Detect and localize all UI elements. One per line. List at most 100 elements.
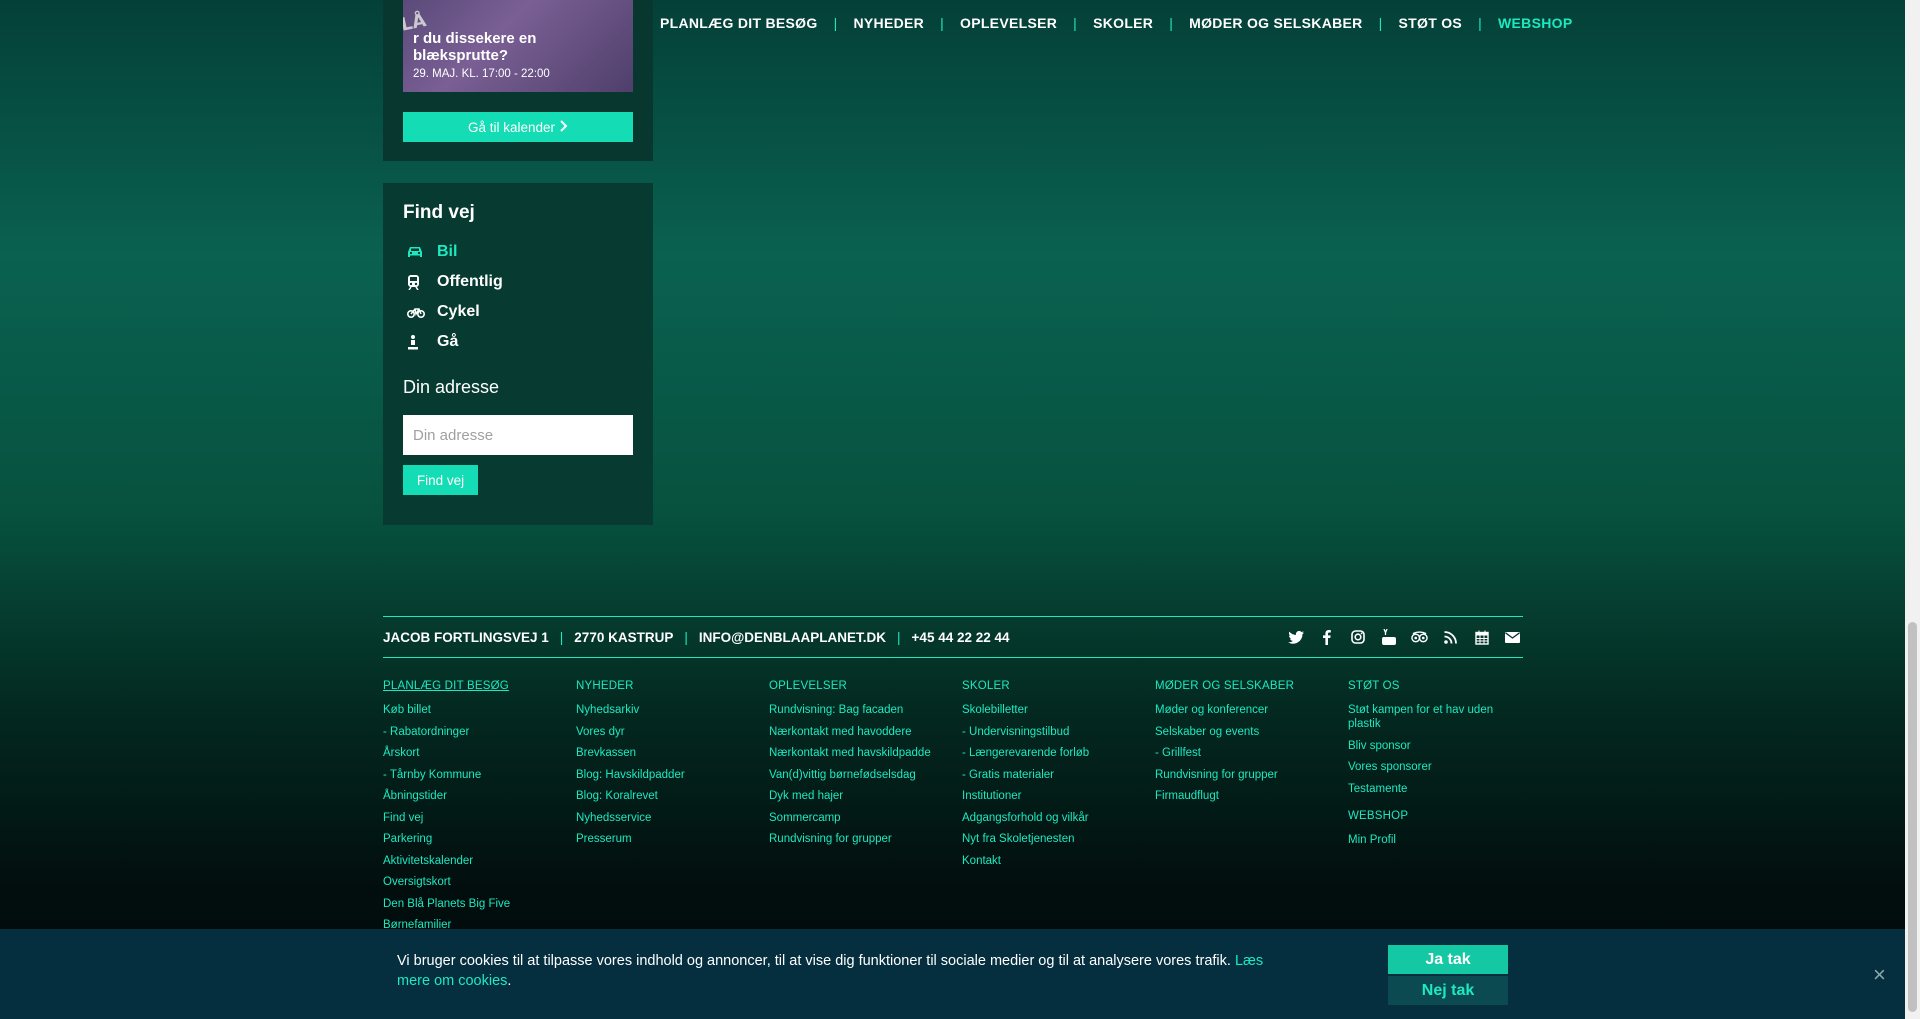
nav-item-moeder[interactable]: MØDER OG SELSKABER [1189,15,1362,31]
footer-link[interactable]: Rundvisning: Bag facaden [769,703,944,717]
footer-link[interactable]: Selskaber og events [1155,725,1330,739]
cookie-consent-bar: Vi bruger cookies til at tilpasse vores … [0,929,1905,1019]
footer-link[interactable]: Find vej [383,811,558,825]
nav-item-nyheder[interactable]: NYHEDER [854,15,925,31]
calendar-icon[interactable] [1473,629,1490,646]
footer-link[interactable]: Åbningstider [383,789,558,803]
transport-mode-gaa[interactable]: Gå [403,327,503,357]
footer-link[interactable]: Støt kampen for et hav uden plastik [1348,703,1523,731]
car-icon [403,246,437,258]
accept-cookies-button[interactable]: Ja tak [1388,945,1508,974]
contact-separator: | [684,629,688,645]
find-vej-heading: Find vej [403,202,475,223]
contact-separator: | [897,629,901,645]
nav-item-stoet-os[interactable]: STØT OS [1399,15,1463,31]
footer-link[interactable]: Blog: Koralrevet [576,789,751,803]
footer-column-nyheder: NYHEDER Nyhedsarkiv Vores dyr Brevkassen… [576,680,769,940]
nav-item-skoler[interactable]: SKOLER [1093,15,1153,31]
social-links [1287,629,1523,646]
contact-info: JACOB FORTLINGSVEJ 1 | 2770 KASTRUP | IN… [383,630,1010,645]
footer-link[interactable]: Vores sponsorer [1348,760,1523,774]
footer-link[interactable]: Nyhedsarkiv [576,703,751,717]
event-banner[interactable]: BLÅ r du dissekere en blæksprutte? 29. M… [403,0,633,92]
page-scrollbar[interactable] [1905,0,1920,1019]
footer-column-stoet-os: STØT OS Støt kampen for et hav uden plas… [1348,680,1541,940]
footer-link[interactable]: - Gratis materialer [962,768,1137,782]
youtube-icon[interactable] [1380,629,1397,646]
footer-link[interactable]: Blog: Havskildpadder [576,768,751,782]
footer-link[interactable]: - Længerevarende forløb [962,746,1137,760]
footer-column-heading[interactable]: MØDER OG SELSKABER [1155,680,1348,692]
footer-link[interactable]: Vores dyr [576,725,751,739]
footer-link[interactable]: Nyt fra Skoletjenesten [962,832,1137,846]
footer-link[interactable]: Bliv sponsor [1348,739,1523,753]
calendar-button[interactable]: Gå til kalender [403,112,633,142]
nav-item-webshop[interactable]: WEBSHOP [1498,15,1572,31]
mail-icon[interactable] [1504,629,1521,646]
footer-column-heading-webshop[interactable]: WEBSHOP [1348,810,1541,822]
instagram-icon[interactable] [1349,629,1366,646]
event-date: 29. MAJ. KL. 17:00 - 22:00 [413,68,550,80]
address-input[interactable] [403,415,633,455]
footer-link[interactable]: Den Blå Planets Big Five [383,897,558,911]
footer-column-heading[interactable]: SKOLER [962,680,1155,692]
footer-link[interactable]: Oversigtskort [383,875,558,889]
nav-item-oplevelser[interactable]: OPLEVELSER [960,15,1057,31]
footer-column-heading[interactable]: NYHEDER [576,680,769,692]
footer-link[interactable]: Parkering [383,832,558,846]
footer-link[interactable]: Van(d)vittig børnefødselsdag [769,768,944,782]
contact-email[interactable]: INFO@DENBLAAPLANET.DK [699,630,886,645]
footer-link[interactable]: Aktivitetskalender [383,854,558,868]
rss-icon[interactable] [1442,629,1459,646]
footer-link[interactable]: Møder og konferencer [1155,703,1330,717]
bicycle-icon [403,306,437,318]
footer-link[interactable]: Rundvisning for grupper [1155,768,1330,782]
footer-link[interactable]: Institutioner [962,789,1137,803]
footer-link[interactable]: Testamente [1348,782,1523,796]
footer-link[interactable]: - Grillfest [1155,746,1330,760]
footer-link[interactable]: Presserum [576,832,751,846]
cookie-text: Vi bruger cookies til at tilpasse vores … [397,953,1231,969]
transport-mode-bil[interactable]: Bil [403,237,503,267]
footer-column-heading[interactable]: STØT OS [1348,680,1541,692]
find-vej-button[interactable]: Find vej [403,465,478,495]
footer-column-heading[interactable]: PLANLÆG DIT BESØG [383,680,576,692]
footer-link[interactable]: Nærkontakt med havoddere [769,725,944,739]
footer-link[interactable]: Kontakt [962,854,1137,868]
contact-phone[interactable]: +45 44 22 22 44 [912,630,1010,645]
footer-column-heading[interactable]: OPLEVELSER [769,680,962,692]
scrollbar-thumb[interactable] [1908,622,1917,1012]
footer-link[interactable]: Nærkontakt med havskildpadde [769,746,944,760]
footer-link[interactable]: Adgangsforhold og vilkår [962,811,1137,825]
transport-mode-cykel[interactable]: Cykel [403,297,503,327]
twitter-icon[interactable] [1287,629,1304,646]
nav-separator: | [1073,15,1078,31]
nav-item-planlaeg[interactable]: PLANLÆG DIT BESØG [660,15,818,31]
contact-city: 2770 KASTRUP [574,629,674,645]
transport-mode-offentlig[interactable]: Offentlig [403,267,503,297]
footer-link[interactable]: Min Profil [1348,833,1523,847]
footer-link[interactable]: Skolebilletter [962,703,1137,717]
footer-link[interactable]: Dyk med hajer [769,789,944,803]
train-icon [403,274,437,290]
footer-link-list: Min Profil [1348,833,1541,847]
footer-link[interactable]: - Rabatordninger [383,725,558,739]
footer-link[interactable]: Nyhedsservice [576,811,751,825]
find-vej-panel: Find vej Bil Offentlig Cykel Gå Din adre… [383,183,653,525]
address-label: Din adresse [403,377,500,397]
decline-cookies-button[interactable]: Nej tak [1388,976,1508,1005]
transport-mode-label: Gå [437,333,459,350]
footer-link[interactable]: Årskort [383,746,558,760]
footer-link[interactable]: - Undervisningstilbud [962,725,1137,739]
footer-link[interactable]: Køb billet [383,703,558,717]
footer-link[interactable]: Firmaudflugt [1155,789,1330,803]
cookie-message: Vi bruger cookies til at tilpasse vores … [397,951,1287,991]
close-icon[interactable]: × [1873,964,1886,986]
tripadvisor-icon[interactable] [1411,629,1428,646]
footer-link[interactable]: Brevkassen [576,746,751,760]
facebook-icon[interactable] [1318,629,1335,646]
footer-link-list: Møder og konferencer Selskaber og events… [1155,703,1348,803]
footer-link[interactable]: Sommercamp [769,811,944,825]
footer-link[interactable]: Rundvisning for grupper [769,832,944,846]
footer-link[interactable]: - Tårnby Kommune [383,768,558,782]
